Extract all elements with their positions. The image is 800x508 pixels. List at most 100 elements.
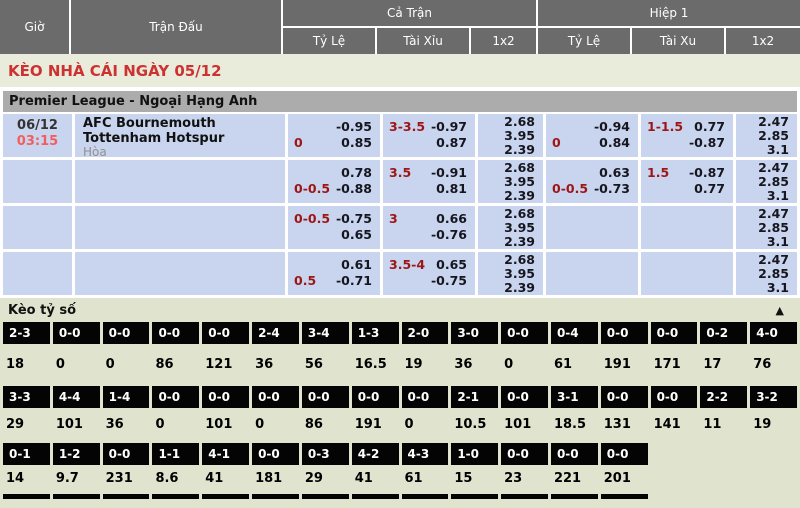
score-bet[interactable]: 0-0121: [202, 322, 249, 384]
odds-value: 2.85: [758, 221, 789, 235]
odds-line: 0.5-0.71: [294, 273, 372, 289]
score-bet[interactable]: 1-015: [451, 443, 498, 492]
score-bet[interactable]: 3-329: [3, 386, 50, 441]
score-odds: 131: [601, 408, 648, 441]
score-odds: 23: [501, 465, 548, 492]
score-bet: [700, 494, 747, 499]
odds-value: 2.47: [758, 115, 789, 129]
score-bet[interactable]: 4-076: [750, 322, 797, 384]
score-bet[interactable]: 3-456: [302, 322, 349, 384]
score-odds: 19: [402, 344, 449, 384]
score-bet[interactable]: 0-086: [152, 322, 199, 384]
score-odds: 76: [750, 344, 797, 384]
score-cell: 4-4: [53, 386, 100, 408]
match-time-cell: [3, 206, 72, 249]
match-teams-cell[interactable]: AFC BournemouthTottenham HotspurHòa: [75, 114, 285, 157]
score-odds: 10.5: [451, 408, 498, 441]
odds-line: 3.5-40.65: [389, 257, 467, 273]
score-bet[interactable]: 0-0181: [252, 443, 299, 492]
draw-label: Hòa: [83, 146, 285, 157]
full-time-over-under-cell[interactable]: 3-3.5-0.970.87: [383, 114, 475, 157]
score-bet[interactable]: 3-118.5: [551, 386, 598, 441]
full-time-handicap-cell[interactable]: 0.780-0.5-0.88: [288, 160, 380, 203]
first-half-1x2-cell[interactable]: 2.472.853.1: [736, 114, 797, 157]
score-bet[interactable]: 0-461: [551, 322, 598, 384]
collapse-arrow-icon[interactable]: ▲: [776, 304, 784, 317]
score-bet[interactable]: 2-318: [3, 322, 50, 384]
odds-value: 3.95: [504, 129, 535, 143]
score-bet[interactable]: 1-18.6: [152, 443, 199, 492]
score-cell: [53, 494, 100, 499]
score-bet[interactable]: 3-036: [451, 322, 498, 384]
score-bet[interactable]: 1-29.7: [53, 443, 100, 492]
score-bet[interactable]: 0-0101: [501, 386, 548, 441]
score-odds: 101: [202, 408, 249, 441]
score-bet[interactable]: 0-0231: [103, 443, 150, 492]
score-bet[interactable]: 4-241: [352, 443, 399, 492]
score-bet[interactable]: 0-114: [3, 443, 50, 492]
full-time-handicap-cell[interactable]: -0.9500.85: [288, 114, 380, 157]
odds-line: 1.5-0.87: [647, 165, 725, 181]
score-bet[interactable]: 2-436: [252, 322, 299, 384]
score-bet[interactable]: 0-0201: [601, 443, 648, 492]
first-half-handicap-cell[interactable]: 0.630-0.5-0.73: [546, 160, 638, 203]
score-bet[interactable]: 0-023: [501, 443, 548, 492]
odds-value: 3.95: [504, 175, 535, 189]
score-bet[interactable]: 4-141: [202, 443, 249, 492]
first-half-1x2-cell[interactable]: 2.472.853.1: [736, 206, 797, 249]
score-bet[interactable]: 0-329: [302, 443, 349, 492]
full-time-over-under-cell[interactable]: 3.5-40.65-0.75: [383, 252, 475, 295]
score-cell: [601, 494, 648, 499]
score-bet[interactable]: 0-0101: [202, 386, 249, 441]
first-half-1x2-cell[interactable]: 2.472.853.1: [736, 252, 797, 295]
odds-line: 0-0.5-0.75: [294, 211, 372, 227]
score-bet[interactable]: 0-00: [402, 386, 449, 441]
score-bet[interactable]: 2-019: [402, 322, 449, 384]
score-bet[interactable]: 0-00: [152, 386, 199, 441]
score-bet[interactable]: 0-0191: [601, 322, 648, 384]
odds-value: 3.95: [504, 267, 535, 281]
score-bet[interactable]: 0-00: [501, 322, 548, 384]
full-time-handicap-cell[interactable]: 0.610.5-0.71: [288, 252, 380, 295]
full-time-1x2-cell[interactable]: 2.683.952.39: [478, 114, 543, 157]
score-odds: 41: [202, 465, 249, 492]
score-bet[interactable]: 0-00: [53, 322, 100, 384]
full-time-over-under-cell[interactable]: 3.5-0.910.81: [383, 160, 475, 203]
score-bet[interactable]: 0-217: [700, 322, 747, 384]
score-bet[interactable]: 0-0191: [352, 386, 399, 441]
odds-value: 3.1: [767, 189, 789, 203]
first-half-over-under-cell[interactable]: 1.5-0.870.77: [641, 160, 733, 203]
score-bet[interactable]: 2-110.5: [451, 386, 498, 441]
full-time-handicap-cell[interactable]: 0-0.5-0.750.65: [288, 206, 380, 249]
first-half-over-under-cell: [641, 206, 733, 249]
score-odds: 191: [352, 408, 399, 441]
full-time-over-under-cell[interactable]: 30.66-0.76: [383, 206, 475, 249]
score-bet[interactable]: 0-0221: [551, 443, 598, 492]
score-cell: [252, 494, 299, 499]
full-time-1x2-cell[interactable]: 2.683.952.39: [478, 206, 543, 249]
first-half-over-under-cell[interactable]: 1-1.50.77-0.87: [641, 114, 733, 157]
full-time-1x2-cell[interactable]: 2.683.952.39: [478, 252, 543, 295]
score-bet[interactable]: 3-219: [750, 386, 797, 441]
score-bet[interactable]: 0-0141: [651, 386, 698, 441]
odds-line: -0.75: [389, 273, 467, 289]
column-header-half-1x2: 1x2: [726, 28, 800, 54]
first-half-1x2-cell[interactable]: 2.472.853.1: [736, 160, 797, 203]
score-odds: 29: [3, 408, 50, 441]
score-bet[interactable]: 1-436: [103, 386, 150, 441]
score-bet[interactable]: 0-00: [252, 386, 299, 441]
odds-value: 2.39: [504, 281, 535, 295]
score-bet[interactable]: 0-00: [103, 322, 150, 384]
match-time-cell: [3, 160, 72, 203]
score-bet[interactable]: 0-0131: [601, 386, 648, 441]
score-bet[interactable]: 1-316.5: [352, 322, 399, 384]
score-bet[interactable]: 0-0171: [651, 322, 698, 384]
full-time-1x2-cell[interactable]: 2.683.952.39: [478, 160, 543, 203]
score-bet[interactable]: 4-4101: [53, 386, 100, 441]
correct-score-header[interactable]: Kèo tỷ số ▲: [0, 298, 800, 322]
first-half-handicap-cell[interactable]: -0.9400.84: [546, 114, 638, 157]
score-bet[interactable]: 2-211: [700, 386, 747, 441]
score-bet[interactable]: 4-361: [402, 443, 449, 492]
score-bet[interactable]: 0-086: [302, 386, 349, 441]
odds-value: 2.47: [758, 161, 789, 175]
